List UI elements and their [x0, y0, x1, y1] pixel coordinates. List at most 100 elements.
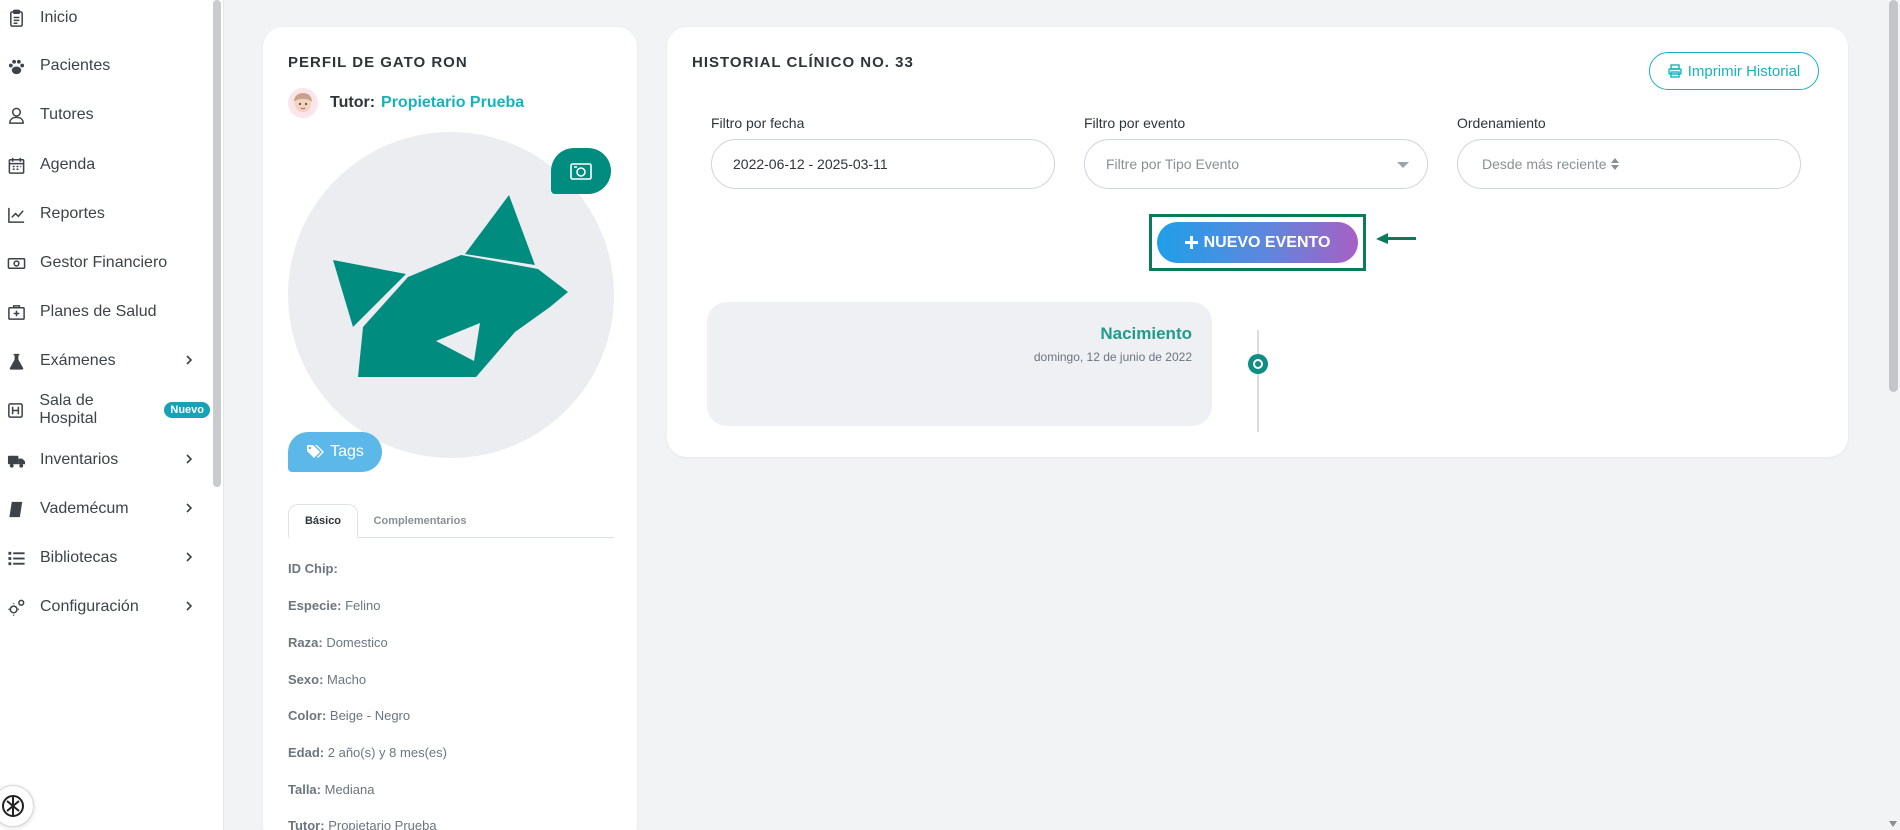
- sidebar: Inicio Pacientes Tutores Agenda Reportes…: [0, 0, 224, 830]
- sidebar-item-label: Tutores: [40, 106, 94, 123]
- date-filter-input[interactable]: 2022-06-12 - 2025-03-11: [711, 139, 1055, 189]
- field-color: Color: Beige - Negro: [288, 708, 410, 723]
- order-label: Ordenamiento: [1457, 115, 1546, 131]
- print-history-label: Imprimir Historial: [1687, 62, 1801, 80]
- timeline-event-card[interactable]: Nacimiento domingo, 12 de junio de 2022: [707, 302, 1212, 426]
- hospital-icon: [5, 399, 26, 421]
- sidebar-item-inicio[interactable]: Inicio: [0, 0, 210, 36]
- chevron-right-icon: [186, 601, 193, 611]
- chevron-right-icon: [186, 552, 193, 562]
- openai-logo-icon: [2, 795, 24, 817]
- tutor-avatar-icon: [294, 93, 312, 112]
- chat-widget-button[interactable]: [0, 785, 34, 827]
- profile-tabs: Básico Complementarios: [288, 504, 614, 538]
- field-value: Propietario Prueba: [328, 818, 437, 830]
- field-label: Raza:: [288, 635, 323, 650]
- timeline-event-date: domingo, 12 de junio de 2022: [1033, 350, 1192, 364]
- field-label: Tutor:: [288, 818, 325, 830]
- sidebar-item-reportes[interactable]: Reportes: [0, 196, 210, 232]
- chevron-right-icon: [186, 355, 193, 365]
- field-label: Talla:: [288, 782, 321, 797]
- sidebar-item-pacientes[interactable]: Pacientes: [0, 48, 210, 84]
- page-scrollbar-thumb[interactable]: [1889, 0, 1898, 392]
- sidebar-scrollbar[interactable]: [213, 0, 221, 487]
- tags-icon: [307, 445, 325, 458]
- field-value: Mediana: [324, 782, 375, 797]
- tab-basico[interactable]: Básico: [288, 504, 358, 538]
- timeline-dot-icon: [1248, 354, 1268, 374]
- order-select[interactable]: Desde más reciente: [1457, 139, 1801, 189]
- sidebar-item-examenes[interactable]: Exámenes: [0, 343, 210, 379]
- timeline-event-title: Nacimiento: [1100, 324, 1192, 343]
- field-label: Sexo:: [288, 672, 324, 687]
- sidebar-item-label: Inicio: [40, 9, 78, 26]
- sidebar-item-label: Bibliotecas: [40, 549, 118, 566]
- field-label: Color:: [288, 708, 327, 723]
- sidebar-item-gestor-financiero[interactable]: Gestor Financiero: [0, 245, 210, 281]
- field-especie: Especie: Felino: [288, 598, 381, 613]
- field-value: Beige - Negro: [329, 708, 411, 723]
- tutor-name-link[interactable]: Propietario Prueba: [381, 94, 524, 112]
- tab-complementarios[interactable]: Complementarios: [360, 504, 480, 538]
- sidebar-item-label: Sala de Hospital: [39, 392, 98, 427]
- sidebar-item-sala-de-hospital[interactable]: Sala de Hospital Nuevo: [0, 392, 210, 428]
- page-scrollbar[interactable]: [1886, 0, 1900, 830]
- book-icon: [5, 498, 27, 520]
- sidebar-item-inventarios[interactable]: Inventarios: [0, 442, 210, 478]
- history-title: HISTORIAL CLÍNICO NO. 33: [692, 54, 914, 71]
- medkit-icon: [5, 301, 27, 323]
- event-filter-placeholder: Filtre por Tipo Evento: [1106, 156, 1240, 172]
- sidebar-item-label: Configuración: [40, 598, 139, 615]
- user-icon: [5, 104, 27, 126]
- paw-icon: [5, 55, 27, 77]
- sidebar-item-tutores[interactable]: Tutores: [0, 97, 210, 133]
- tutor-avatar: [288, 88, 318, 118]
- sidebar-item-label: Inventarios: [40, 451, 119, 468]
- event-filter-label: Filtro por evento: [1084, 115, 1186, 131]
- profile-title: PERFIL DE GATO RON: [288, 54, 468, 71]
- tags-button[interactable]: Tags: [288, 432, 382, 472]
- clipboard-icon: [5, 7, 27, 29]
- tutor-row: Tutor: Propietario Prueba: [288, 87, 524, 119]
- field-value: 2 año(s) y 8 mes(es): [327, 745, 447, 760]
- date-filter-label: Filtro por fecha: [711, 115, 805, 131]
- field-id-chip: ID Chip:: [288, 561, 338, 576]
- line-chart-icon: [5, 203, 27, 225]
- field-label: Edad:: [288, 745, 325, 760]
- sidebar-item-agenda[interactable]: Agenda: [0, 147, 210, 183]
- field-value: Felino: [345, 598, 381, 613]
- sidebar-item-bibliotecas[interactable]: Bibliotecas: [0, 540, 210, 576]
- sidebar-item-label: Pacientes: [40, 57, 111, 74]
- arrow-left-icon: [1376, 233, 1416, 244]
- field-talla: Talla: Mediana: [288, 782, 375, 797]
- tags-label: Tags: [330, 443, 364, 460]
- chevron-right-icon: [186, 503, 193, 513]
- field-raza: Raza: Domestico: [288, 635, 388, 650]
- sidebar-item-label: Vademécum: [40, 500, 129, 517]
- sidebar-item-configuracion[interactable]: Configuración: [0, 589, 210, 625]
- truck-icon: [5, 449, 27, 471]
- field-value: Macho: [327, 672, 367, 687]
- field-label: Especie:: [288, 598, 342, 613]
- sidebar-item-label: Exámenes: [40, 352, 116, 369]
- scroll-down-arrow-icon[interactable]: [1889, 821, 1897, 827]
- timeline-line: [1257, 330, 1259, 432]
- new-event-label: NUEVO EVENTO: [1203, 233, 1331, 251]
- sidebar-item-vademecum[interactable]: Vademécum: [0, 491, 210, 527]
- calendar-icon: [5, 154, 27, 176]
- field-value: Domestico: [326, 635, 388, 650]
- chevron-right-icon: [186, 454, 193, 464]
- change-photo-button[interactable]: [551, 148, 611, 194]
- event-filter-select[interactable]: Filtre por Tipo Evento: [1084, 139, 1428, 189]
- new-badge: Nuevo: [164, 402, 210, 418]
- sidebar-item-planes-de-salud[interactable]: Planes de Salud: [0, 294, 210, 330]
- clinical-history-card: HISTORIAL CLÍNICO NO. 33 Imprimir Histor…: [667, 27, 1848, 457]
- tutor-label: Tutor:: [330, 94, 376, 111]
- list-icon: [5, 547, 27, 569]
- print-history-button[interactable]: Imprimir Historial: [1649, 52, 1819, 90]
- new-event-button[interactable]: NUEVO EVENTO: [1157, 222, 1358, 263]
- sidebar-item-label: Gestor Financiero: [40, 254, 168, 271]
- caret-down-icon: [1397, 162, 1409, 168]
- field-edad: Edad: 2 año(s) y 8 mes(es): [288, 745, 447, 760]
- field-label: ID Chip:: [288, 561, 338, 576]
